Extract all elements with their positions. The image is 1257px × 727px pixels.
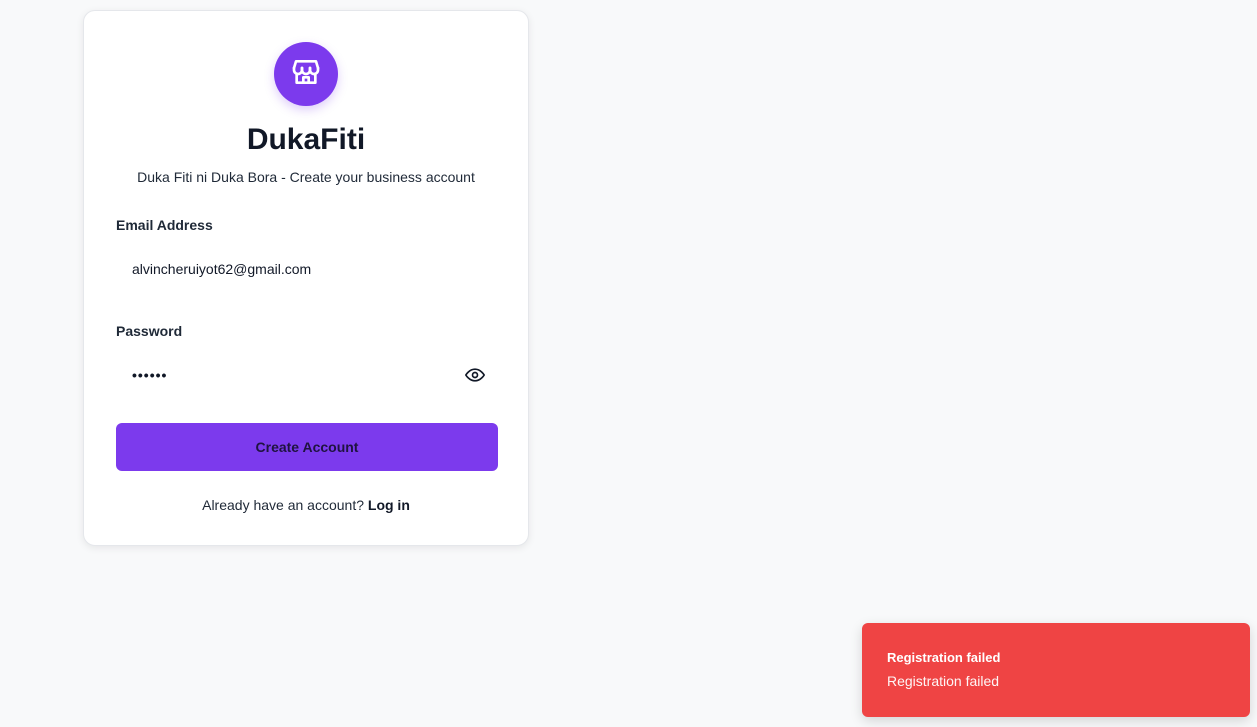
password-field[interactable]: •••••• [116, 353, 498, 397]
login-prompt: Already have an account? Log in [84, 497, 528, 513]
password-label: Password [116, 323, 183, 339]
toast-description: Registration failed [887, 673, 1000, 689]
store-icon [290, 56, 322, 93]
email-label: Email Address [116, 217, 213, 233]
logo-badge [274, 42, 338, 106]
signup-card: DukaFiti Duka Fiti ni Duka Bora - Create… [83, 10, 529, 546]
toast-title: Registration failed [887, 650, 1001, 665]
app-tagline: Duka Fiti ni Duka Bora - Create your bus… [137, 169, 475, 185]
eye-icon[interactable] [465, 365, 485, 385]
login-prompt-text: Already have an account? [202, 497, 368, 513]
error-toast[interactable]: Registration failed Registration failed [862, 623, 1250, 717]
email-field[interactable]: alvincheruiyot62@gmail.com [116, 247, 498, 291]
create-account-button[interactable]: Create Account [116, 423, 498, 471]
app-title: DukaFiti [246, 123, 366, 156]
login-link[interactable]: Log in [368, 497, 410, 513]
